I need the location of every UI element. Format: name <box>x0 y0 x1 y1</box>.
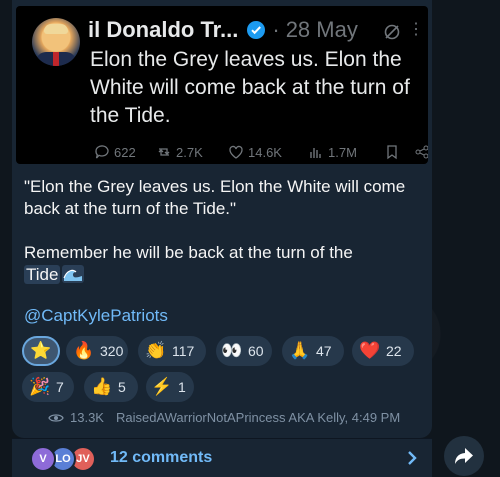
tweet-text: Elon the Grey leaves us. Elon the White … <box>90 48 410 127</box>
like-count-value: 14.6K <box>248 144 282 160</box>
reaction-thumbs-up[interactable]: 👍 5 <box>84 372 138 402</box>
chevron-right-icon[interactable] <box>404 449 420 467</box>
tweet-screenshot: il Donaldo Tr... · 28 May ⋮ Elon the Gre… <box>16 6 428 164</box>
commenter-avatar: V <box>30 446 56 472</box>
tweet-author-name: il Donaldo Tr... <box>88 17 239 42</box>
view-count: 1.7M <box>308 144 384 160</box>
reaction-emoji: 🎉 <box>29 377 51 396</box>
views-icon <box>310 148 321 158</box>
message-meta: 13.3K RaisedAWarriorNotAPrincess AKA Kel… <box>48 410 400 425</box>
reaction-count: 117 <box>172 343 195 359</box>
reaction-party[interactable]: 🎉 7 <box>22 372 74 402</box>
message-views: 13.3K <box>70 410 104 425</box>
reaction-emoji: 🔥 <box>73 341 95 360</box>
reaction-count: 47 <box>316 343 332 359</box>
tweet-header: il Donaldo Tr... · 28 May <box>88 16 358 44</box>
reaction-fire[interactable]: 🔥 320 <box>66 336 128 366</box>
reaction-emoji: 👏 <box>145 341 167 360</box>
tweet-date-dot: · <box>272 17 280 42</box>
reaction-emoji: ⭐ <box>30 341 52 360</box>
bookmark-icon <box>387 145 397 160</box>
view-count-value: 1.7M <box>328 144 357 160</box>
message-author-time: RaisedAWarriorNotAPrincess AKA Kelly, 4:… <box>115 410 401 425</box>
reaction-eyes[interactable]: 👀 60 <box>216 336 272 366</box>
reaction-count: 1 <box>178 379 186 395</box>
reaction-count: 60 <box>248 343 264 359</box>
reaction-emoji: ⚡ <box>151 377 173 396</box>
like-icon <box>229 145 243 159</box>
comments-label[interactable]: 12 comments <box>110 449 212 467</box>
eye-icon <box>48 413 64 422</box>
reply-count-value: 622 <box>114 144 136 160</box>
reaction-lightning[interactable]: ⚡ 1 <box>146 372 194 402</box>
reaction-emoji: ❤️ <box>359 341 381 360</box>
reaction-count: 320 <box>100 343 124 359</box>
tweet-avatar <box>32 18 80 66</box>
share-icon <box>415 145 428 159</box>
reaction-star[interactable]: ⭐ <box>22 336 60 366</box>
retweet-count-value: 2.7K <box>176 144 203 160</box>
reaction-emoji: 👀 <box>221 341 243 360</box>
more-icon: ⋮ <box>408 21 424 38</box>
tide-word: Tide <box>24 265 61 284</box>
reaction-count: 22 <box>386 343 402 359</box>
reaction-heart[interactable]: ❤️ 22 <box>352 336 414 366</box>
comments-bar[interactable]: V LO JV 12 comments <box>12 439 432 477</box>
message-body: Remember he will be back at the turn of … <box>24 242 424 286</box>
retweet-icon <box>158 148 170 156</box>
reaction-count: 7 <box>56 379 64 395</box>
reply-icon <box>95 145 109 159</box>
retweet-count: 2.7K <box>156 144 228 160</box>
message-line: Remember he will be back at the turn of … <box>24 243 353 262</box>
tweet-actions: 622 2.7K 14.6K 1.7M <box>94 144 428 160</box>
verified-icon <box>247 21 266 39</box>
reaction-count: 5 <box>118 379 126 395</box>
channel-handle-link[interactable]: @CaptKylePatriots <box>24 306 168 326</box>
reaction-emoji: 🙏 <box>289 341 311 360</box>
forward-button[interactable] <box>444 436 484 476</box>
reaction-clap[interactable]: 👏 117 <box>138 336 206 366</box>
reaction-emoji: 👍 <box>91 377 113 396</box>
message-quote: "Elon the Grey leaves us. Elon the White… <box>24 177 406 218</box>
grok-icon <box>384 24 400 40</box>
reply-count: 622 <box>94 144 156 160</box>
forward-icon <box>455 448 473 464</box>
like-count: 14.6K <box>228 144 308 160</box>
wave-icon <box>62 265 85 283</box>
reaction-pray[interactable]: 🙏 47 <box>282 336 344 366</box>
tweet-date: 28 May <box>285 17 358 42</box>
